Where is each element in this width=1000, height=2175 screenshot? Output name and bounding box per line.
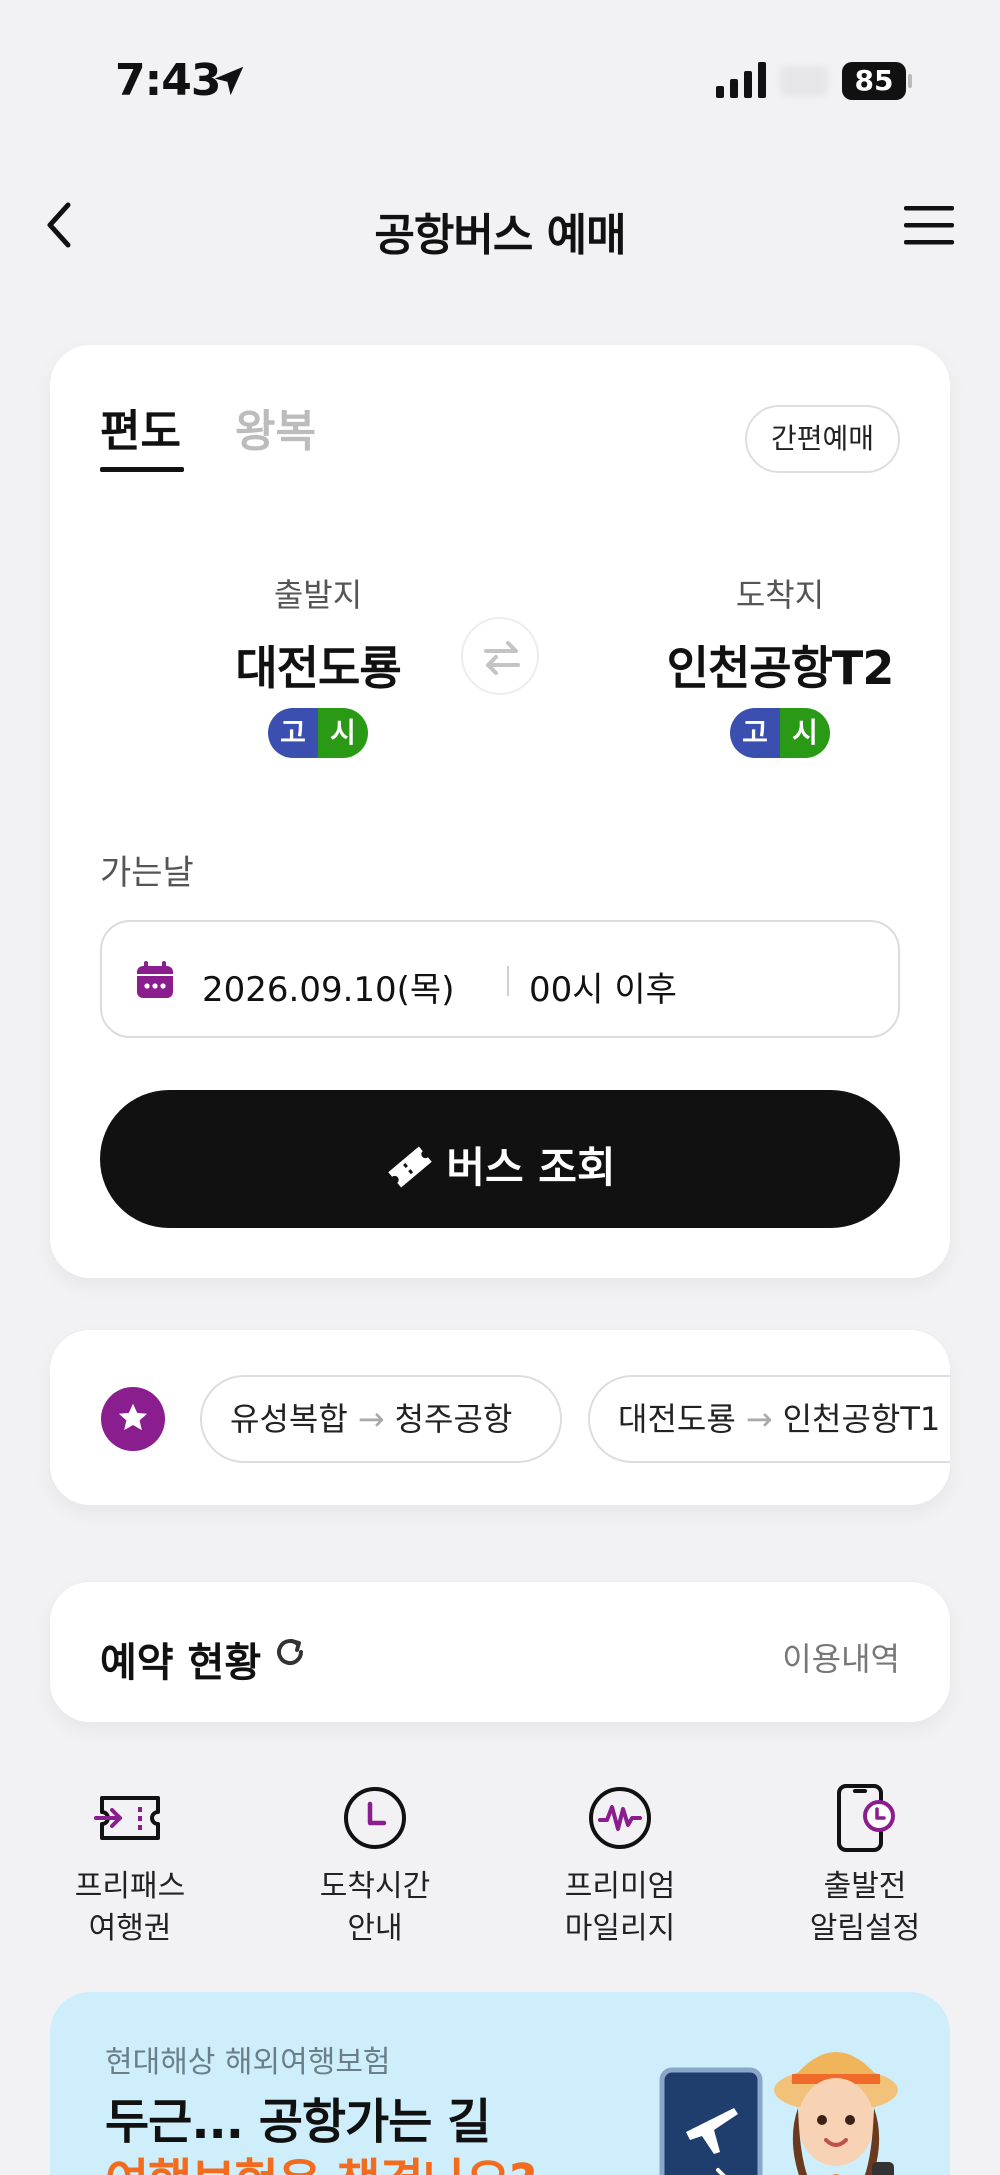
page-title: 공항버스 예매 — [374, 210, 626, 261]
phone-alarm-icon — [837, 1784, 895, 1852]
favorite-route-chip[interactable]: 대전도룡 → 인천공항T1 — [588, 1375, 950, 1463]
quick-menu-freepass[interactable]: 프리패스 여행권 — [30, 1780, 230, 1950]
reservation-title: 예약 현황 — [100, 1640, 262, 1686]
route-to: 청주공항 — [394, 1400, 513, 1438]
quick-menu-label-line1: 도착시간 — [319, 1869, 431, 1904]
traveler-illustration — [659, 2052, 898, 2175]
favorite-star-icon — [101, 1387, 165, 1451]
freepass-ticket-icon — [94, 1796, 160, 1840]
time-value: 00시 이후 — [529, 970, 677, 1010]
express-badge: 고 — [268, 708, 318, 758]
route-to: 인천공항T1 — [782, 1400, 941, 1438]
location-arrow-icon — [214, 66, 244, 96]
date-value: 2026.09.10(목) — [202, 970, 455, 1010]
route-from: 대전도룡 — [618, 1400, 736, 1438]
booking-card: 편도 왕복 간편예매 출발지 대전도룡 고 시 도착지 인천공항T2 고 시 가… — [50, 345, 950, 1278]
quick-menu-label-line2: 마일리지 — [564, 1911, 676, 1946]
clock-icon — [344, 1787, 406, 1849]
quick-menu-label-line1: 프리미엄 — [564, 1869, 676, 1904]
tab-round-trip[interactable]: 왕복 — [235, 395, 316, 459]
arrival-name: 인천공항T2 — [666, 641, 895, 695]
favorite-route-chip[interactable]: 유성복합 → 청주공항 — [200, 1375, 562, 1463]
arrival-label: 도착지 — [735, 576, 825, 614]
quick-booking-button[interactable]: 간편예매 — [745, 405, 900, 473]
departure-label: 출발지 — [273, 576, 363, 614]
quick-menu-label: 출발전 알림설정 — [765, 1866, 965, 1950]
banner-subtitle: 현대해상 해외여행보험 — [105, 2045, 391, 2080]
departure-selector[interactable]: 출발지 대전도룡 고 시 — [188, 570, 448, 758]
menu-button[interactable] — [902, 200, 956, 250]
quick-menu-departure-alarm[interactable]: 출발전 알림설정 — [765, 1780, 965, 1950]
tab-one-way[interactable]: 편도 — [100, 395, 181, 459]
quick-menu-label-line2: 알림설정 — [809, 1911, 921, 1946]
carrier-label — [780, 66, 828, 96]
date-field[interactable]: 2026.09.10(목) 00시 이후 — [100, 920, 900, 1038]
quick-menu-premium-mileage[interactable]: 프리미엄 마일리지 — [520, 1780, 720, 1950]
quick-menu-label: 프리미엄 마일리지 — [520, 1866, 720, 1950]
status-time: 7:43 — [115, 55, 221, 106]
active-tab-indicator — [100, 467, 184, 472]
usage-history-link[interactable]: 이용내역 — [782, 1634, 900, 1680]
travel-insurance-banner[interactable]: 현대해상 해외여행보험 두근... 공항가는 길 여행보험은 챙겼나요? — [50, 1992, 950, 2175]
arrow-right-icon: → — [745, 1400, 773, 1438]
city-badge: 시 — [318, 708, 368, 758]
banner-title-highlight: 여행보험은 챙겼나요? — [105, 2142, 537, 2175]
battery-level: 85 — [842, 62, 906, 100]
quick-menu-label-line1: 프리패스 — [74, 1869, 186, 1904]
arrival-selector[interactable]: 도착지 인천공항T2 고 시 — [650, 570, 910, 758]
express-badge: 고 — [730, 708, 780, 758]
arrival-badges: 고 시 — [730, 708, 830, 758]
divider — [507, 966, 509, 996]
header: 공항버스 예매 — [0, 175, 1000, 275]
search-bus-button[interactable]: 버스 조회 — [100, 1090, 900, 1228]
quick-menu-arrival-time[interactable]: 도착시간 안내 — [275, 1780, 475, 1950]
favorite-routes-card: 유성복합 → 청주공항 대전도룡 → 인천공항T1 — [50, 1330, 950, 1505]
quick-menu: 프리패스 여행권 도착시간 안내 프리미엄 마일리지 출발전 알림설정 — [0, 1780, 1000, 1960]
ticket-icon — [388, 1145, 433, 1188]
status-bar: 7:43 85 — [0, 0, 1000, 160]
quick-menu-label: 도착시간 안내 — [275, 1866, 475, 1950]
departure-badges: 고 시 — [268, 708, 368, 758]
quick-menu-label-line2: 안내 — [347, 1911, 403, 1946]
swap-icon — [484, 641, 520, 675]
quick-menu-label: 프리패스 여행권 — [30, 1866, 230, 1950]
premium-mileage-icon — [589, 1787, 651, 1849]
battery-icon: 85 — [842, 62, 912, 100]
signal-icon — [716, 62, 766, 98]
quick-menu-label-line1: 출발전 — [823, 1869, 907, 1904]
route-from: 유성복합 — [230, 1400, 348, 1438]
date-label: 가는날 — [100, 853, 194, 893]
arrow-right-icon: → — [357, 1400, 385, 1438]
calendar-icon — [137, 961, 173, 998]
reservation-status-card: 예약 현황 이용내역 — [50, 1582, 950, 1722]
quick-menu-label-line2: 여행권 — [88, 1911, 172, 1946]
city-badge: 시 — [780, 708, 830, 758]
search-bus-label: 버스 조회 — [446, 1143, 616, 1192]
swap-stations-button[interactable] — [461, 617, 539, 695]
departure-name: 대전도룡 — [235, 641, 401, 695]
refresh-icon[interactable] — [272, 1634, 308, 1670]
